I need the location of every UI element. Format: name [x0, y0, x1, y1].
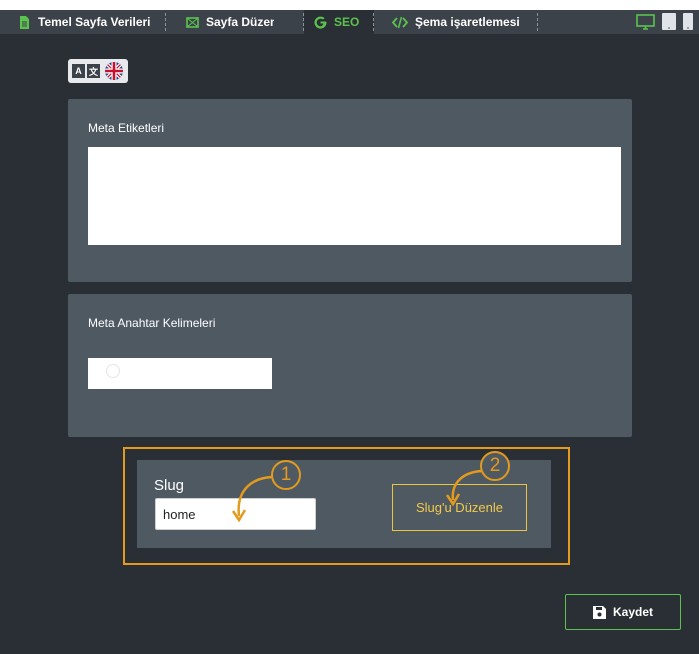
- loading-spinner-icon: [106, 364, 120, 378]
- desktop-icon[interactable]: [636, 13, 655, 30]
- code-icon: [392, 16, 408, 28]
- tab-bar: Temel Sayfa Verileri Sayfa Düzeni SEO Şe…: [0, 10, 699, 34]
- tab-basic-page-data-label: Temel Sayfa Verileri: [38, 15, 151, 29]
- save-button[interactable]: Kaydet: [565, 594, 681, 630]
- step-marker-2: 2: [480, 451, 510, 481]
- tab-page-layout-label: Sayfa Düzeni: [206, 15, 274, 29]
- tab-basic-page-data[interactable]: Temel Sayfa Verileri: [0, 10, 166, 34]
- translate-icon: A文: [72, 64, 102, 78]
- tab-page-layout[interactable]: Sayfa Düzeni: [166, 10, 304, 34]
- meta-tags-label: Meta Etiketleri: [88, 121, 165, 135]
- mobile-icon[interactable]: [683, 13, 693, 30]
- step-marker-1: 1: [271, 460, 301, 490]
- tablet-icon[interactable]: [662, 13, 676, 30]
- language-toggle[interactable]: A文: [68, 59, 128, 83]
- tab-seo-label: SEO: [334, 15, 360, 29]
- edit-slug-button[interactable]: Slug'u Düzenle: [392, 484, 527, 531]
- meta-tags-textarea[interactable]: [88, 147, 621, 245]
- meta-tags-panel: Meta Etiketleri: [68, 99, 632, 282]
- tab-schema-markup-label: Şema işaretlemesi: [415, 15, 520, 29]
- floppy-disk-icon: [592, 605, 606, 619]
- google-g-icon: [314, 16, 327, 29]
- tab-schema-markup[interactable]: Şema işaretlemesi: [374, 10, 538, 34]
- tab-seo[interactable]: SEO: [304, 10, 374, 34]
- uk-flag-icon[interactable]: [105, 62, 123, 80]
- slug-input[interactable]: [155, 498, 316, 530]
- layout-icon: [186, 16, 199, 28]
- device-switcher: [636, 13, 693, 30]
- meta-keywords-label: Meta Anahtar Kelimeleri: [88, 316, 216, 330]
- save-button-label: Kaydet: [612, 605, 653, 619]
- document-icon: [20, 15, 29, 29]
- meta-keywords-panel: Meta Anahtar Kelimeleri: [68, 294, 632, 437]
- slug-label: Slug: [154, 477, 185, 494]
